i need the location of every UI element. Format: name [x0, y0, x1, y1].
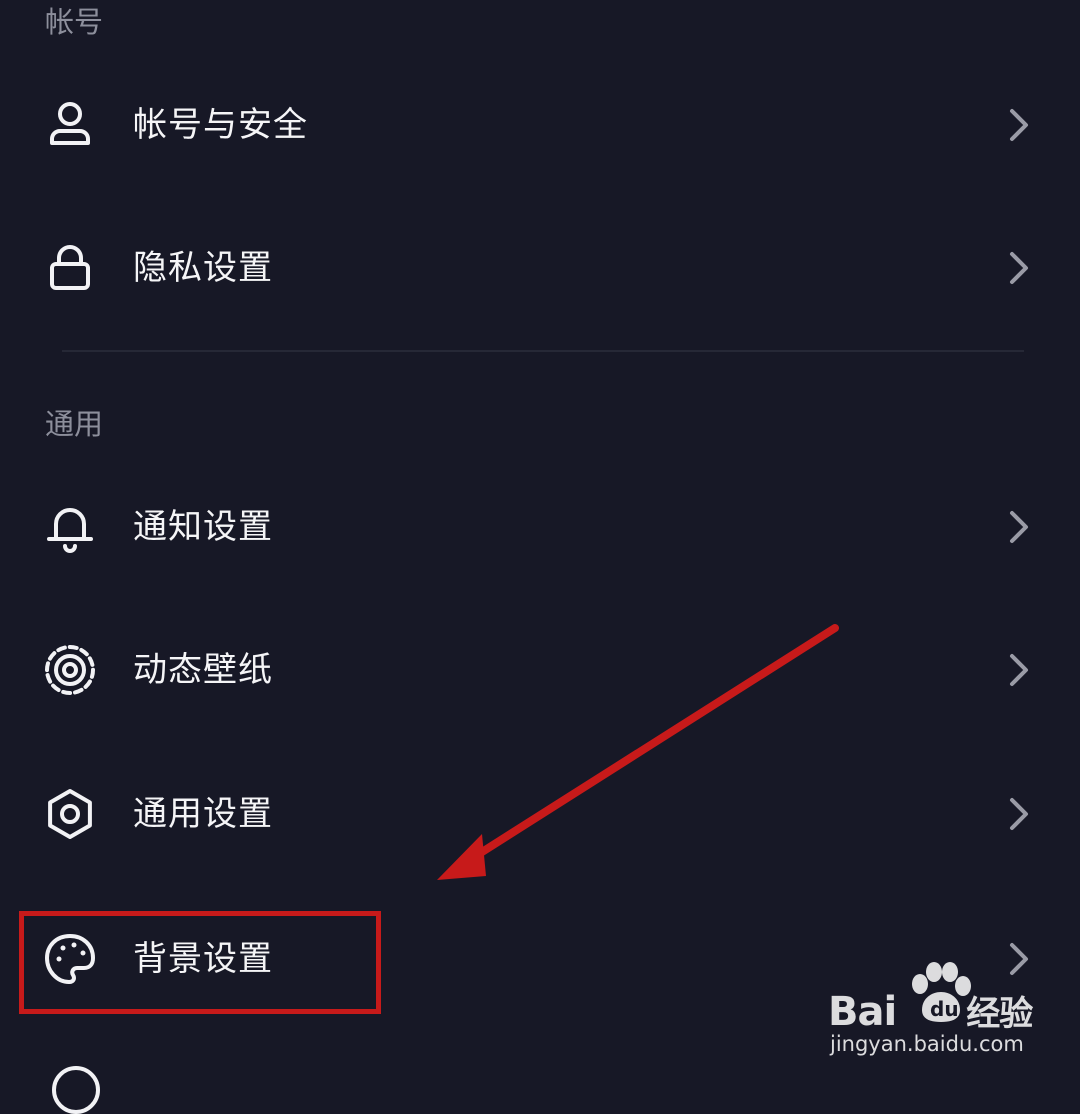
watermark-url: jingyan.baidu.com [830, 1032, 1024, 1056]
baidu-jingyan-watermark: du Bai 经验 jingyan.baidu.com [828, 962, 1058, 1062]
watermark-brand-right: 经验 [966, 994, 1033, 1034]
annotation-arrow [437, 624, 839, 880]
watermark-brand-left: Bai [828, 989, 897, 1035]
